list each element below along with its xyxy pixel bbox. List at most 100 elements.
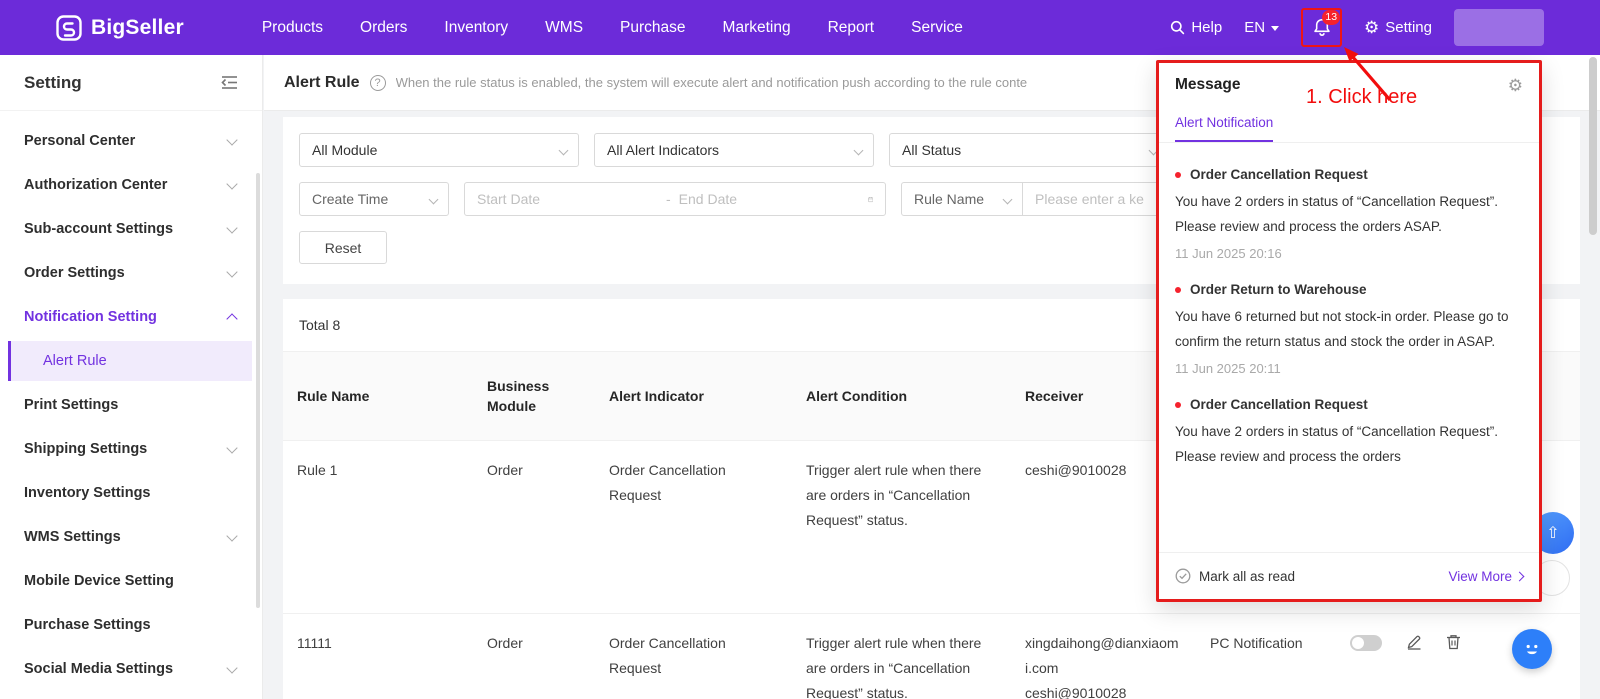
sidebar-item-social-media-settings[interactable]: Social Media Settings — [0, 647, 262, 691]
mark-all-as-read-button[interactable]: Mark all as read — [1175, 568, 1295, 584]
message-settings-gear-icon[interactable]: ⚙ — [1508, 77, 1523, 94]
sidebar-item-inventory-settings[interactable]: Inventory Settings — [0, 471, 262, 515]
start-date-input[interactable] — [477, 191, 658, 207]
view-more-label: View More — [1448, 568, 1512, 584]
chevron-down-icon — [226, 529, 238, 542]
cell-alert-indicator: Order Cancellation Request — [609, 462, 726, 503]
chevron-up-icon — [226, 313, 238, 325]
nav-orders[interactable]: Orders — [360, 19, 407, 37]
page-scrollbar[interactable] — [1589, 57, 1597, 235]
smiley-icon — [1526, 644, 1538, 655]
language-selector[interactable]: EN — [1244, 19, 1280, 36]
list-item[interactable]: Order Return to Warehouse You have 6 ret… — [1175, 282, 1523, 376]
list-item[interactable]: Order Cancellation Request You have 2 or… — [1175, 397, 1523, 469]
chevron-down-icon — [226, 661, 238, 674]
sidebar-item-mobile-device-setting[interactable]: Mobile Device Setting — [0, 559, 262, 603]
sidebar-item-wms-settings[interactable]: WMS Settings — [0, 515, 262, 559]
cell-business-module: Order — [487, 462, 523, 478]
question-circle-icon[interactable]: ? — [369, 74, 386, 91]
chevron-down-icon — [226, 221, 238, 234]
cell-business-module: Order — [487, 635, 523, 651]
nav-service[interactable]: Service — [911, 19, 963, 37]
reset-button[interactable]: Reset — [299, 231, 387, 264]
setting-label: Setting — [1385, 19, 1432, 36]
help-button[interactable]: Help — [1170, 19, 1222, 36]
sidebar-item-label: Print Settings — [24, 397, 119, 413]
end-date-input[interactable] — [678, 191, 860, 207]
nav-inventory[interactable]: Inventory — [444, 19, 508, 37]
search-icon — [1171, 20, 1185, 35]
message-panel-title: Message — [1175, 76, 1241, 93]
collapse-sidebar-icon[interactable] — [221, 75, 238, 90]
sidebar-item-notification-setting[interactable]: Notification Setting — [0, 295, 262, 339]
edit-icon[interactable] — [1406, 634, 1422, 650]
unread-dot-icon — [1175, 171, 1181, 178]
main-nav: Products Orders Inventory WMS Purchase M… — [262, 19, 963, 37]
nav-report[interactable]: Report — [828, 19, 875, 37]
sidebar-title: Setting — [24, 72, 82, 92]
sidebar-item-label: Mobile Device Setting — [24, 573, 174, 589]
name-type-select[interactable]: Rule Name — [901, 182, 1023, 216]
sidebar-item-shipping-settings[interactable]: Shipping Settings — [0, 427, 262, 471]
delete-icon[interactable] — [1446, 634, 1461, 650]
page-description: When the rule status is enabled, the sys… — [395, 75, 1028, 90]
bigseller-logo[interactable]: BigSeller — [56, 14, 184, 41]
language-label: EN — [1244, 19, 1266, 36]
sidebar-item-personal-center[interactable]: Personal Center — [0, 119, 262, 163]
rule-name-search-group: Rule Name — [901, 182, 1195, 216]
module-select[interactable]: All Module — [299, 133, 579, 167]
sidebar-item-label: Shipping Settings — [24, 441, 148, 457]
nav-marketing[interactable]: Marketing — [723, 19, 791, 37]
sidebar-item-sub-account-settings[interactable]: Sub-account Settings — [0, 207, 262, 251]
chevron-down-icon — [853, 145, 864, 156]
support-chat-button[interactable] — [1512, 629, 1552, 669]
sidebar-item-authorization-center[interactable]: Authorization Center — [0, 163, 262, 207]
sidebar-item-alert-rule[interactable]: Alert Rule — [8, 341, 252, 381]
nav-products[interactable]: Products — [262, 19, 323, 37]
column-header-alert-condition: Alert Condition — [806, 388, 908, 404]
rule-status-toggle[interactable] — [1350, 635, 1382, 651]
chevron-down-icon — [1002, 194, 1013, 205]
nav-purchase[interactable]: Purchase — [620, 19, 685, 37]
cell-receiver: xingdaihong@dianxiaomi.com ceshi@9010028 — [1011, 614, 1196, 699]
list-item[interactable]: Order Cancellation Request You have 2 or… — [1175, 167, 1523, 261]
bigseller-logo-icon — [56, 14, 82, 41]
sidebar-item-label: Personal Center — [24, 133, 136, 149]
nav-wms[interactable]: WMS — [545, 19, 583, 37]
user-menu[interactable] — [1454, 9, 1544, 46]
name-type-select-value: Rule Name — [914, 191, 985, 207]
date-range-picker[interactable]: - — [464, 182, 886, 216]
view-more-link[interactable]: View More — [1448, 568, 1525, 584]
sidebar-item-purchase-settings[interactable]: Purchase Settings — [0, 603, 262, 647]
cell-alert-condition: Trigger alert rule when there are orders… — [806, 462, 982, 528]
tab-alert-notification[interactable]: Alert Notification — [1175, 115, 1274, 142]
sidebar-item-label: Alert Rule — [43, 353, 107, 369]
alert-indicator-select-value: All Alert Indicators — [607, 142, 720, 158]
sidebar-scrollbar[interactable] — [256, 173, 260, 608]
notification-body: You have 2 orders in status of “Cancella… — [1175, 194, 1498, 234]
notification-list: Order Cancellation Request You have 2 or… — [1159, 143, 1539, 539]
notification-badge: 13 — [1322, 10, 1341, 25]
unread-dot-icon — [1175, 401, 1181, 408]
cell-rule-name: Rule 1 — [297, 462, 338, 478]
page-title: Alert Rule — [284, 73, 360, 91]
cell-rule-name: 11111 — [297, 635, 332, 651]
sidebar-item-order-settings[interactable]: Order Settings — [0, 251, 262, 295]
sidebar-header: Setting — [0, 55, 262, 111]
chevron-down-icon — [226, 265, 238, 278]
message-panel-footer: Mark all as read View More — [1159, 552, 1539, 599]
unread-dot-icon — [1175, 286, 1181, 293]
sidebar-item-label: Sub-account Settings — [24, 221, 174, 237]
status-select[interactable]: All Status — [889, 133, 1169, 167]
sidebar-item-print-settings[interactable]: Print Settings — [0, 383, 262, 427]
gear-icon: ⚙ — [1364, 18, 1380, 37]
column-header-alert-indicator: Alert Indicator — [609, 388, 704, 404]
chevron-down-icon — [226, 133, 238, 146]
date-separator: - — [666, 191, 671, 207]
chevron-down-icon — [226, 177, 238, 190]
alert-indicator-select[interactable]: All Alert Indicators — [594, 133, 874, 167]
time-type-select[interactable]: Create Time — [299, 182, 449, 216]
notification-time: 11 Jun 2025 20:16 — [1175, 246, 1282, 261]
setting-button[interactable]: ⚙ Setting — [1364, 19, 1432, 36]
cell-alert-indicator: Order Cancellation Request — [609, 635, 726, 676]
